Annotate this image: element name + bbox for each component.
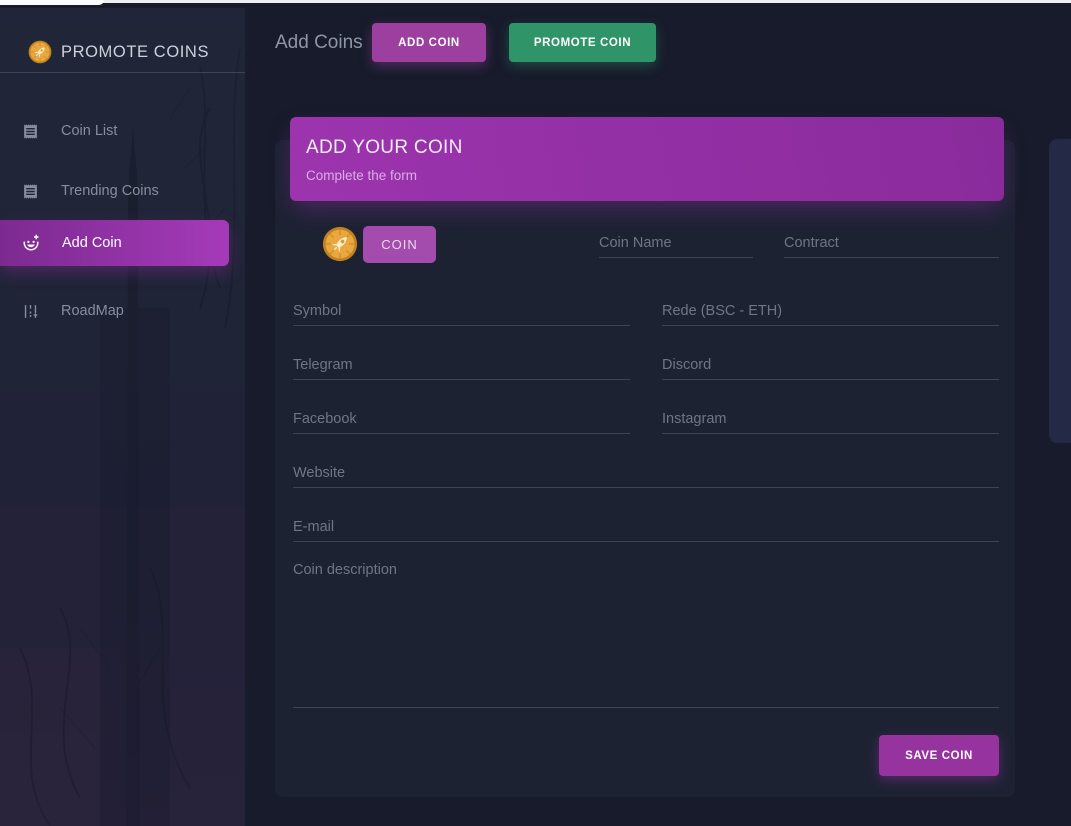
sidebar: PROMOTE COINS Coin List Trending Coins <box>0 8 245 826</box>
page-title: Add Coins <box>275 32 363 54</box>
app-logo: PROMOTE COINS <box>0 32 245 72</box>
contract-field[interactable] <box>784 228 999 258</box>
discord-field[interactable] <box>662 350 999 380</box>
sidebar-divider <box>0 72 245 73</box>
coin-avatar <box>322 226 358 262</box>
form-banner: ADD YOUR COIN Complete the form <box>290 117 1004 201</box>
email-field[interactable] <box>293 512 999 542</box>
coin-description-field[interactable] <box>293 554 999 708</box>
receipt-list-icon <box>22 123 39 140</box>
symbol-field[interactable] <box>293 296 630 326</box>
network-field[interactable] <box>662 296 999 326</box>
sidebar-item-add-coin[interactable]: Add Coin <box>0 220 229 266</box>
sidebar-item-label: Add Coin <box>62 235 122 251</box>
sidebar-item-coin-list[interactable]: Coin List <box>0 115 117 147</box>
promote-coin-button[interactable]: PROMOTE COIN <box>509 23 656 62</box>
browser-tab-remnant <box>0 0 104 5</box>
add-coin-form-card: COIN SAVE COIN <box>275 140 1015 797</box>
receipt-list-icon <box>22 183 39 200</box>
website-field[interactable] <box>293 458 999 488</box>
content-header: Add Coins ADD COIN PROMOTE COIN <box>245 8 1071 86</box>
coin-name-field[interactable] <box>599 228 753 258</box>
add-coin-button[interactable]: ADD COIN <box>372 23 486 62</box>
sliders-icon <box>22 303 39 320</box>
sidebar-item-roadmap[interactable]: RoadMap <box>0 295 124 327</box>
app-window: PROMOTE COINS Coin List Trending Coins <box>0 0 1071 826</box>
telegram-field[interactable] <box>293 350 630 380</box>
form-banner-title: ADD YOUR COIN <box>306 137 1004 159</box>
facebook-field[interactable] <box>293 404 630 434</box>
sidebar-item-trending-coins[interactable]: Trending Coins <box>0 175 159 207</box>
adjacent-card-edge <box>1049 139 1071 443</box>
save-coin-button[interactable]: SAVE COIN <box>879 735 999 776</box>
form-banner-subtitle: Complete the form <box>306 168 1004 183</box>
rocket-coin-icon <box>28 40 52 64</box>
instagram-field[interactable] <box>662 404 999 434</box>
coin-image-upload-button[interactable]: COIN <box>363 226 436 263</box>
add-reaction-icon <box>22 234 40 252</box>
browser-window-edge <box>0 0 1071 3</box>
sidebar-item-label: Trending Coins <box>61 183 159 199</box>
sidebar-item-label: Coin List <box>61 123 117 139</box>
app-title: PROMOTE COINS <box>61 43 209 62</box>
browser-top-strip <box>0 0 1071 8</box>
sidebar-item-label: RoadMap <box>61 303 124 319</box>
